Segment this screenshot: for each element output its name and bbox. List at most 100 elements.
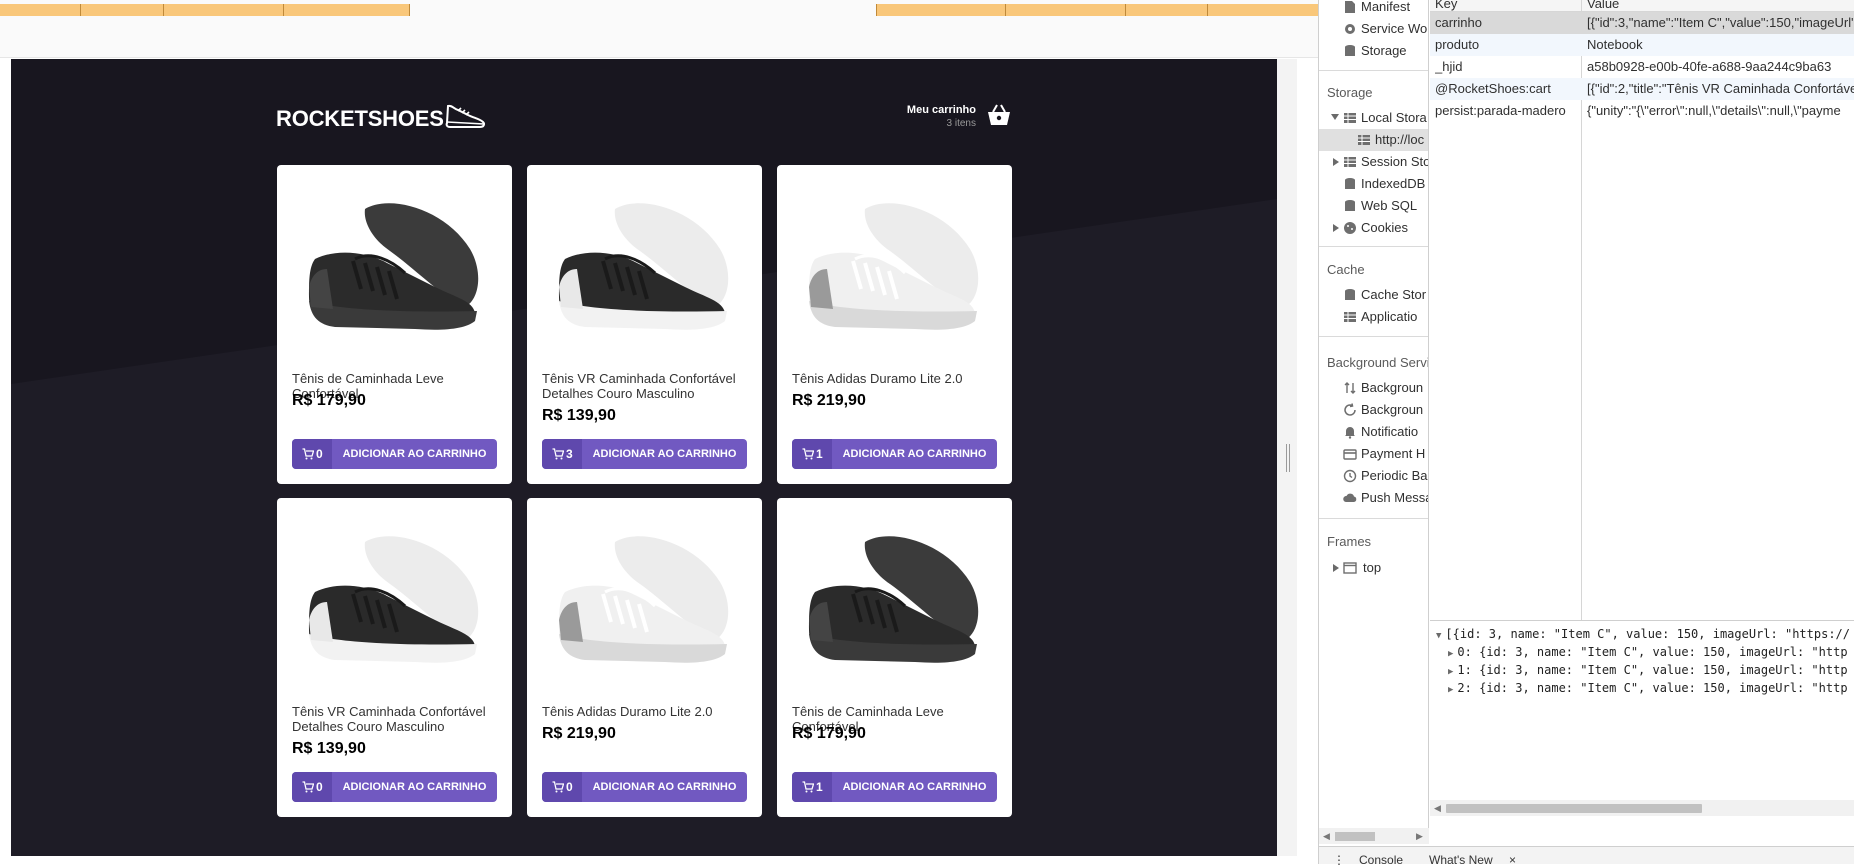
sidebar-item-websql[interactable]: Web SQL [1319,195,1428,217]
product-image [309,536,479,663]
grid-icon [1358,135,1370,145]
close-icon[interactable]: × [1509,853,1516,867]
sidebar-item-label: Cache Stor [1361,287,1427,302]
preview-root[interactable]: ▼ [{id: 3, name: "Item C", value: 150, im… [1436,627,1850,641]
row-key: produto [1435,37,1480,52]
timeline-tick [1125,4,1126,16]
cart-title: Meu carrinho [906,104,976,116]
sidebar-item-label: Cookies [1361,220,1408,235]
sidebar-item-label: Web SQL [1361,198,1418,213]
product-image [809,203,979,330]
sidebar-item-storage[interactable]: Storage [1319,40,1428,62]
add-to-cart-button[interactable]: 0 ADICIONAR AO CARRINHO [292,439,497,469]
cart-amount-value: 0 [316,447,323,461]
preview-text: 0: {id: 3, name: "Item C", value: 150, i… [1457,645,1848,659]
product-card: Tênis Adidas Duramo Lite 2.0 R$ 219,90 1… [777,165,1012,484]
scroll-left-icon[interactable]: ◀ [1434,803,1441,814]
table-row[interactable]: _hjid a58b0928-e00b-40fe-a688-9aa244c9ba6… [1430,56,1854,78]
add-to-cart-button[interactable]: 3 ADICIONAR AO CARRINHO [542,439,747,469]
product-title: Tênis Adidas Duramo Lite 2.0 [542,704,713,719]
cart-amount: 0 [292,772,332,802]
add-to-cart-label: ADICIONAR AO CARRINHO [342,448,487,460]
cart-amount-value: 0 [316,780,323,794]
preview-item[interactable]: ▶ 1: {id: 3, name: "Item C", value: 150, … [1448,663,1848,677]
expand-right-icon[interactable] [1333,158,1339,166]
sidebar-item-label: Service Wo [1361,21,1428,36]
database-icon [1345,289,1355,300]
table-row[interactable]: @RocketShoes:cart [{"id":2,"title":"Tênis… [1430,78,1854,100]
sidebar-item-indexeddb[interactable]: IndexedDB [1319,173,1428,195]
row-value: {"unity":"{\"error\":null,\"details\":nu… [1587,103,1841,118]
preview-text: 1: {id: 3, name: "Item C", value: 150, i… [1457,663,1848,677]
application-sidebar: Manifest Service Wo Storage Storage Loca… [1319,0,1429,834]
sidebar-item-payment-handler[interactable]: Payment H [1319,443,1428,465]
product-card: Tênis Adidas Duramo Lite 2.0 R$ 219,90 0… [527,498,762,817]
expand-right-icon[interactable]: ▶ [1448,685,1453,695]
expand-right-icon[interactable]: ▶ [1448,649,1453,659]
column-header-key[interactable]: Key [1435,0,1457,11]
sidebar-item-session-storage[interactable]: Session Sto [1319,151,1428,173]
timeline-tick [80,4,81,16]
cart-amount: 1 [792,439,832,469]
preview-item[interactable]: ▶ 2: {id: 3, name: "Item C", value: 150, … [1448,681,1848,695]
sidebar-item-background-sync[interactable]: Backgroun [1319,399,1428,421]
cart-link[interactable]: Meu carrinho 3 itens [902,100,1012,132]
product-card: Tênis VR Caminhada Confortável Detalhes … [527,165,762,484]
expand-down-icon[interactable]: ▼ [1436,631,1441,641]
tab-whats-new[interactable]: What's New [1429,853,1493,867]
resize-handle[interactable] [1286,444,1290,472]
sidebar-item-local-origin[interactable]: http://loc [1319,129,1428,151]
expand-right-icon[interactable] [1333,224,1339,232]
row-value: Notebook [1587,37,1643,52]
sidebar-item-local-storage[interactable]: Local Stora [1319,107,1428,129]
scrollbar-thumb[interactable] [1335,832,1375,841]
column-header-value[interactable]: Value [1587,0,1619,11]
app-header: ROCKETSHOES Meu carrinho 3 itens [276,96,1012,136]
preview-item[interactable]: ▶ 0: {id: 3, name: "Item C", value: 150, … [1448,645,1848,659]
scroll-left-icon[interactable]: ◀ [1323,831,1330,842]
sidebar-item-background-fetch[interactable]: Backgroun [1319,377,1428,399]
sidebar-item-manifest[interactable]: Manifest [1319,0,1428,18]
timeline-tick [1207,4,1208,16]
sidebar-item-frame-top[interactable]: top [1319,557,1428,579]
table-row[interactable]: carrinho [{"id":3,"name":"Item C","value"… [1430,12,1854,34]
sidebar-item-label: Applicatio [1361,309,1418,324]
scrollbar-thumb[interactable] [1446,804,1702,813]
clock-icon [1343,469,1357,483]
cart-amount: 3 [542,439,582,469]
logo-link[interactable]: ROCKETSHOES [276,106,444,132]
sidebar-item-application-cache[interactable]: Applicatio [1319,306,1428,328]
sidebar-item-push-messaging[interactable]: Push Messa [1319,487,1428,509]
sidebar-scrollbar[interactable]: ◀ ▶ [1319,828,1429,844]
sidebar-item-cache-storage[interactable]: Cache Stor [1319,284,1428,306]
sidebar-item-label: Notificatio [1361,424,1419,439]
add-to-cart-button[interactable]: 1 ADICIONAR AO CARRINHO [792,772,997,802]
add-to-cart-label: ADICIONAR AO CARRINHO [342,781,487,793]
expand-down-icon[interactable] [1331,114,1339,120]
table-row[interactable]: persist:parada-madero {"unity":"{\"error\… [1430,100,1854,122]
table-row[interactable]: produto Notebook [1430,34,1854,56]
scroll-right-icon[interactable]: ▶ [1416,831,1423,842]
sidebar-item-cookies[interactable]: Cookies [1319,217,1428,239]
preview-text: [{id: 3, name: "Item C", value: 150, ima… [1445,627,1850,641]
sidebar-item-notifications[interactable]: Notificatio [1319,421,1428,443]
drawer-menu-icon[interactable]: ⋮ [1333,853,1345,867]
table-horizontal-scrollbar[interactable]: ◀ [1430,800,1854,816]
sidebar-item-service-workers[interactable]: Service Wo [1319,18,1428,40]
add-to-cart-button[interactable]: 0 ADICIONAR AO CARRINHO [542,772,747,802]
tab-console[interactable]: Console [1359,853,1403,867]
sidebar-item-label: Storage [1361,43,1407,58]
sidebar-item-periodic-sync[interactable]: Periodic Ba [1319,465,1428,487]
sidebar-section-frames: Frames [1327,534,1372,549]
expand-right-icon[interactable] [1333,564,1339,572]
frame-icon [1343,562,1357,574]
add-to-cart-button[interactable]: 0 ADICIONAR AO CARRINHO [292,772,497,802]
add-to-cart-button[interactable]: 1 ADICIONAR AO CARRINHO [792,439,997,469]
cart-amount-value: 3 [566,447,573,461]
sidebar-item-label: Payment H [1361,446,1426,461]
cart-amount: 1 [792,772,832,802]
expand-right-icon[interactable]: ▶ [1448,667,1453,677]
devtools-panel: Manifest Service Wo Storage Storage Loca… [1318,0,1854,867]
bell-icon [1345,427,1355,439]
timeline-tick [409,4,410,16]
